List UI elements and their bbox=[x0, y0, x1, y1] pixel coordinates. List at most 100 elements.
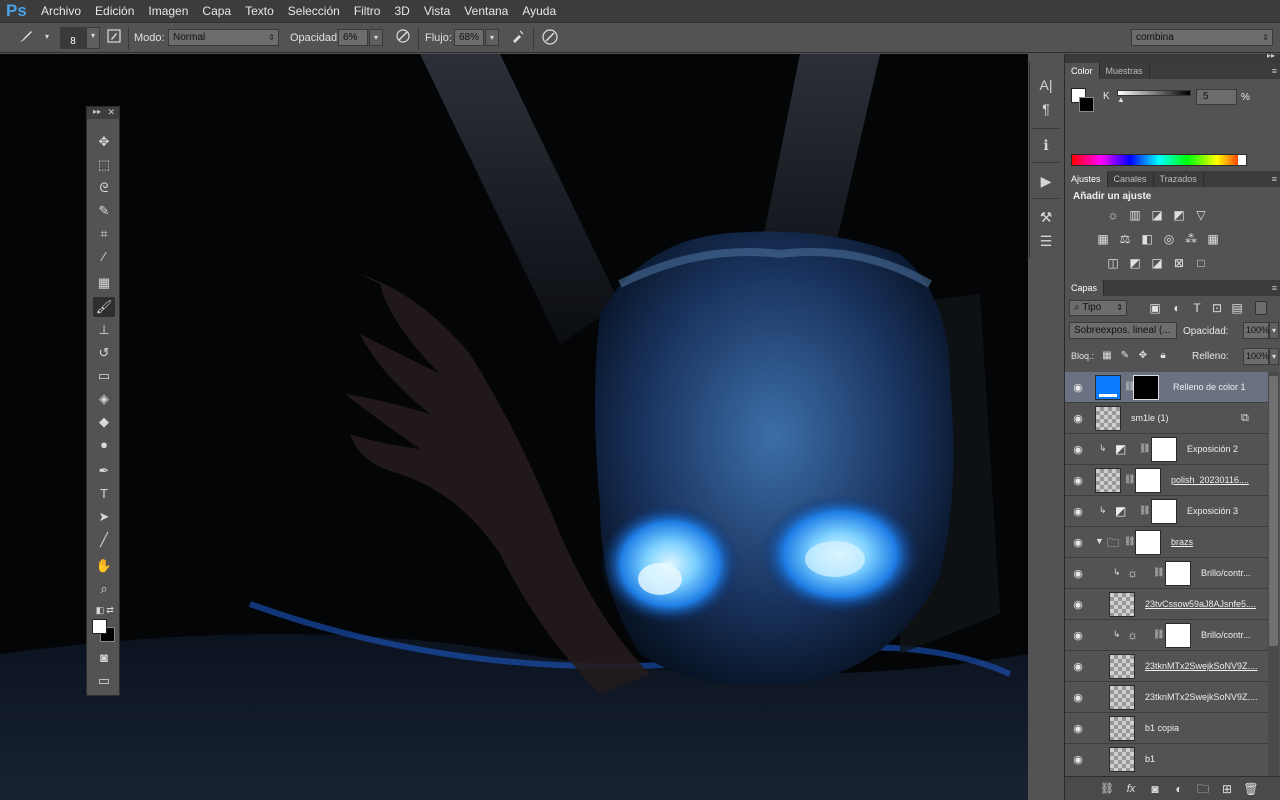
layer-row[interactable]: ◉ ↳ ☼ ⛓ Brillo/contr... bbox=[1065, 558, 1268, 589]
menu-seleccion[interactable]: Selección bbox=[281, 4, 347, 18]
visibility-eye-icon[interactable]: ◉ bbox=[1071, 443, 1085, 457]
visibility-eye-icon[interactable]: ◉ bbox=[1071, 381, 1085, 395]
tab-color[interactable]: Color bbox=[1065, 63, 1100, 79]
k-slider-handle-icon[interactable]: ▲ bbox=[1117, 95, 1125, 104]
color-bg-swatch[interactable] bbox=[1079, 97, 1094, 112]
fill-input[interactable]: 100% bbox=[1243, 348, 1269, 365]
collapse-dock-icon[interactable]: ▸▸ bbox=[1267, 51, 1275, 60]
pressure-opacity-icon[interactable] bbox=[393, 28, 413, 48]
layer-row[interactable]: ◉ 23tknMTx2SwejkSoNV9Z.... bbox=[1065, 651, 1268, 682]
tab-ajustes[interactable]: Ajustes bbox=[1065, 171, 1108, 187]
delete-layer-icon[interactable]: 🗑︎ bbox=[1243, 781, 1259, 797]
info-panel-icon[interactable]: ℹ bbox=[1035, 134, 1057, 156]
invert-icon[interactable]: ◫ bbox=[1105, 255, 1121, 271]
properties-panel-icon[interactable]: ☰ bbox=[1035, 230, 1057, 252]
layer-mask-thumbnail[interactable] bbox=[1165, 561, 1191, 586]
menu-archivo[interactable]: Archivo bbox=[34, 4, 88, 18]
layer-filter-select[interactable]: ⌕ Tipo ⇕ bbox=[1069, 300, 1127, 316]
brush-preset-icon[interactable] bbox=[16, 28, 36, 48]
filter-adjustment-icon[interactable]: ◐ bbox=[1169, 300, 1185, 316]
link-chain-icon[interactable]: ⛓ bbox=[1124, 536, 1135, 547]
paint-bucket-tool-icon[interactable]: ◈ bbox=[93, 389, 115, 409]
layer-mask-thumbnail[interactable] bbox=[1151, 499, 1177, 524]
layer-mask-thumbnail[interactable] bbox=[1165, 623, 1191, 648]
menu-edicion[interactable]: Edición bbox=[88, 4, 141, 18]
healing-brush-tool-icon[interactable]: ▦ bbox=[93, 273, 115, 293]
layer-row[interactable]: ◉ b1 copia bbox=[1065, 713, 1268, 744]
threshold-icon[interactable]: ◪ bbox=[1149, 255, 1165, 271]
close-icon[interactable]: ✕ bbox=[107, 107, 115, 118]
visibility-eye-icon[interactable]: ◉ bbox=[1071, 691, 1085, 705]
filter-pixel-icon[interactable]: ▣ bbox=[1147, 300, 1163, 316]
filter-shape-icon[interactable]: ⊡ bbox=[1209, 300, 1225, 316]
new-adjustment-icon[interactable]: ◐ bbox=[1171, 781, 1187, 797]
quick-selection-tool-icon[interactable]: ✎ bbox=[93, 201, 115, 221]
opacity-arrow[interactable]: ▾ bbox=[369, 29, 383, 46]
brightness-contrast-icon[interactable]: ☼ bbox=[1105, 207, 1121, 223]
marquee-tool-icon[interactable]: ⬚ bbox=[93, 155, 115, 175]
layer-row[interactable]: ◉ b1 bbox=[1065, 744, 1268, 774]
panel-menu-icon[interactable]: ≡ bbox=[1272, 63, 1277, 79]
document-canvas[interactable] bbox=[0, 54, 1028, 800]
link-chain-icon[interactable]: ⛓ bbox=[1139, 505, 1150, 516]
mode-select[interactable]: Normal ⇕ bbox=[168, 29, 279, 46]
tab-muestras[interactable]: Muestras bbox=[1100, 63, 1150, 79]
eyedropper-tool-icon[interactable]: ⁄ bbox=[93, 247, 115, 267]
tab-capas[interactable]: Capas bbox=[1065, 280, 1105, 296]
menu-imagen[interactable]: Imagen bbox=[141, 4, 195, 18]
menu-capa[interactable]: Capa bbox=[195, 4, 238, 18]
visibility-eye-icon[interactable]: ◉ bbox=[1071, 629, 1085, 643]
layer-style-icon[interactable]: fx bbox=[1123, 781, 1139, 797]
visibility-eye-icon[interactable]: ◉ bbox=[1071, 567, 1085, 581]
tab-trazados[interactable]: Trazados bbox=[1154, 171, 1204, 187]
flow-input[interactable]: 68% bbox=[454, 29, 484, 46]
new-layer-icon[interactable]: ⊞ bbox=[1219, 781, 1235, 797]
visibility-eye-icon[interactable]: ◉ bbox=[1071, 536, 1085, 550]
quick-mask-icon[interactable]: ◙ bbox=[93, 648, 115, 668]
layers-scroll-thumb[interactable] bbox=[1269, 376, 1278, 646]
visibility-eye-icon[interactable]: ◉ bbox=[1071, 598, 1085, 612]
filter-smart-object-icon[interactable]: ▤ bbox=[1229, 300, 1245, 316]
visibility-eye-icon[interactable]: ◉ bbox=[1071, 474, 1085, 488]
layer-row[interactable]: ◉ ↳ ☼ ⛓ Brillo/contr... bbox=[1065, 620, 1268, 651]
balance-icon[interactable]: ⚖ bbox=[1117, 231, 1133, 247]
layer-row[interactable]: ◉ ⛓ polish_20230116.... bbox=[1065, 465, 1268, 496]
panel-menu-icon[interactable]: ≡ bbox=[1272, 171, 1277, 187]
lock-pixels-icon[interactable]: ✎ bbox=[1117, 348, 1133, 364]
layer-mask-thumbnail[interactable] bbox=[1151, 437, 1177, 462]
link-chain-icon[interactable]: ⛓ bbox=[1139, 443, 1150, 454]
levels-icon[interactable]: ▥ bbox=[1127, 207, 1143, 223]
menu-ayuda[interactable]: Ayuda bbox=[515, 4, 563, 18]
black-white-icon[interactable]: ◧ bbox=[1139, 231, 1155, 247]
menu-texto[interactable]: Texto bbox=[238, 4, 281, 18]
blend-mode-select[interactable]: Sobreexpos. lineal (... bbox=[1069, 322, 1177, 339]
channel-mixer-icon[interactable]: ⁂ bbox=[1183, 231, 1199, 247]
flow-arrow[interactable]: ▾ bbox=[485, 29, 499, 46]
history-brush-tool-icon[interactable]: ↺ bbox=[93, 343, 115, 363]
airbrush-icon[interactable] bbox=[508, 28, 528, 48]
workspace-select[interactable]: combina ⇕ bbox=[1131, 29, 1273, 46]
curves-icon[interactable]: ◪ bbox=[1149, 207, 1165, 223]
swap-colors-icon[interactable]: ⇄ bbox=[99, 600, 121, 620]
visibility-eye-icon[interactable]: ◉ bbox=[1071, 412, 1085, 426]
move-tool-icon[interactable]: ✥ bbox=[93, 132, 115, 152]
gradient-triangle-icon[interactable]: ▽ bbox=[1193, 207, 1209, 223]
layer-group-row[interactable]: ◉ ▼ 🗀 ⛓ brazs bbox=[1065, 527, 1268, 558]
visibility-eye-icon[interactable]: ◉ bbox=[1071, 753, 1085, 767]
color-lookup-icon[interactable]: ▦ bbox=[1205, 231, 1221, 247]
link-chain-icon[interactable]: ⛓ bbox=[1124, 474, 1135, 485]
pen-tool-icon[interactable]: ✒ bbox=[93, 461, 115, 481]
layer-mask-thumbnail[interactable] bbox=[1135, 530, 1161, 555]
clone-stamp-tool-icon[interactable]: ⊥ bbox=[93, 320, 115, 340]
link-chain-icon[interactable]: ⛓ bbox=[1153, 629, 1164, 640]
brush-panel-icon[interactable] bbox=[104, 28, 124, 48]
lock-all-icon[interactable]: 🔒︎ bbox=[1155, 348, 1171, 364]
type-tool-icon[interactable]: T bbox=[93, 484, 115, 504]
lock-transparent-icon[interactable]: ▦ bbox=[1099, 348, 1115, 364]
brush-tool-icon[interactable]: 🖌︎ bbox=[93, 297, 115, 317]
selective-color-icon[interactable]: □ bbox=[1193, 255, 1209, 271]
layer-opacity-input[interactable]: 100% bbox=[1243, 322, 1269, 339]
blur-tool-icon[interactable]: ◆ bbox=[93, 412, 115, 432]
visibility-eye-icon[interactable]: ◉ bbox=[1071, 505, 1085, 519]
character-panel-icon[interactable]: A| bbox=[1035, 74, 1057, 96]
